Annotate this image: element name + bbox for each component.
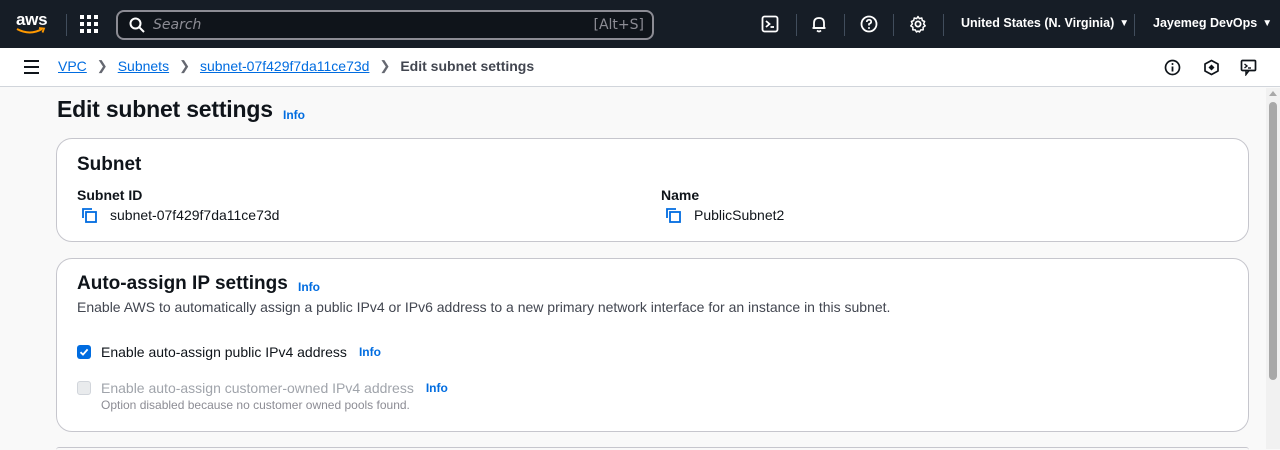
subnet-card: Subnet Subnet ID subnet-07f429f7da11ce73…	[56, 138, 1249, 242]
name-value-row: PublicSubnet2	[665, 207, 784, 223]
subnet-card-title: Subnet	[77, 154, 142, 175]
subnet-id-value: subnet-07f429f7da11ce73d	[110, 207, 280, 223]
bell-icon[interactable]	[810, 15, 828, 33]
breadcrumb-vpc[interactable]: VPC	[58, 58, 87, 74]
help-icon[interactable]	[860, 15, 878, 33]
name-label: Name	[661, 187, 700, 203]
chevron-right-icon: ❯	[96, 58, 108, 73]
page-title: Edit subnet settings	[57, 96, 273, 122]
nav-divider	[893, 14, 894, 36]
nav-divider	[943, 14, 944, 36]
apps-grid-icon[interactable]	[80, 15, 98, 33]
customer-owned-ipv4-checkbox[interactable]	[77, 381, 91, 395]
nav-divider	[66, 14, 67, 36]
subnet-id-label: Subnet ID	[77, 187, 143, 203]
page-info-link[interactable]: Info	[283, 108, 305, 122]
checkmark-icon	[79, 348, 89, 356]
nav-divider	[796, 14, 797, 36]
public-ipv4-info-link[interactable]: Info	[359, 345, 381, 359]
breadcrumb-bar: VPC ❯ Subnets ❯ subnet-07f429f7da11ce73d…	[0, 48, 1280, 87]
caret-down-icon: ▼	[1119, 17, 1130, 29]
auto-assign-card: Auto-assign IP settings Info Enable AWS …	[56, 258, 1249, 432]
search-shortcut: [Alt+S]	[593, 17, 645, 33]
search-input[interactable]: Search [Alt+S]	[116, 10, 654, 40]
copy-icon[interactable]	[665, 207, 681, 223]
caret-down-icon: ▼	[1262, 17, 1273, 29]
menu-icon[interactable]	[24, 60, 39, 74]
breadcrumb: VPC ❯ Subnets ❯ subnet-07f429f7da11ce73d…	[58, 58, 534, 74]
aws-logo[interactable]: aws	[16, 11, 50, 37]
account-label: Jayemeg DevOps	[1153, 16, 1258, 30]
public-ipv4-option: Enable auto-assign public IPv4 address I…	[77, 344, 381, 360]
subnet-id-value-row: subnet-07f429f7da11ce73d	[81, 207, 279, 223]
scroll-up-icon[interactable]	[1269, 91, 1277, 96]
region-selector[interactable]: United States (N. Virginia) ▼	[961, 16, 1129, 30]
auto-assign-info-link[interactable]: Info	[298, 280, 320, 294]
name-value: PublicSubnet2	[694, 207, 785, 223]
region-label: United States (N. Virginia)	[961, 16, 1115, 30]
nav-divider	[844, 14, 845, 36]
copy-icon[interactable]	[81, 207, 97, 223]
gear-icon[interactable]	[909, 15, 927, 33]
search-placeholder: Search	[153, 17, 202, 33]
customer-owned-ipv4-option: Enable auto-assign customer-owned IPv4 a…	[77, 380, 448, 396]
info-circle-icon[interactable]	[1164, 59, 1181, 76]
logo-text: aws	[16, 10, 48, 29]
scrollbar[interactable]	[1266, 88, 1280, 449]
nav-divider	[1134, 14, 1135, 36]
account-menu[interactable]: Jayemeg DevOps ▼	[1153, 16, 1272, 30]
breadcrumb-subnets[interactable]: Subnets	[118, 58, 169, 74]
public-ipv4-checkbox[interactable]	[77, 345, 91, 359]
customer-owned-ipv4-info-link[interactable]: Info	[426, 381, 448, 395]
scroll-thumb[interactable]	[1269, 102, 1277, 380]
auto-assign-card-title: Auto-assign IP settings	[77, 273, 288, 294]
feedback-icon[interactable]	[1203, 59, 1220, 76]
breadcrumb-subnet-id[interactable]: subnet-07f429f7da11ce73d	[200, 58, 369, 74]
breadcrumb-current: Edit subnet settings	[400, 58, 535, 74]
cloudshell-icon[interactable]	[761, 15, 779, 33]
chevron-right-icon: ❯	[379, 58, 391, 73]
customer-owned-ipv4-help: Option disabled because no customer owne…	[101, 398, 410, 412]
top-navigation-bar: aws Search [Alt+S] United States (N. Vir…	[0, 0, 1280, 48]
customer-owned-ipv4-label: Enable auto-assign customer-owned IPv4 a…	[101, 380, 414, 396]
chevron-right-icon: ❯	[179, 58, 190, 73]
search-icon	[129, 17, 145, 33]
auto-assign-description: Enable AWS to automatically assign a pub…	[77, 299, 891, 315]
public-ipv4-label[interactable]: Enable auto-assign public IPv4 address	[101, 344, 347, 360]
notifications-panel-icon[interactable]	[1240, 59, 1257, 76]
